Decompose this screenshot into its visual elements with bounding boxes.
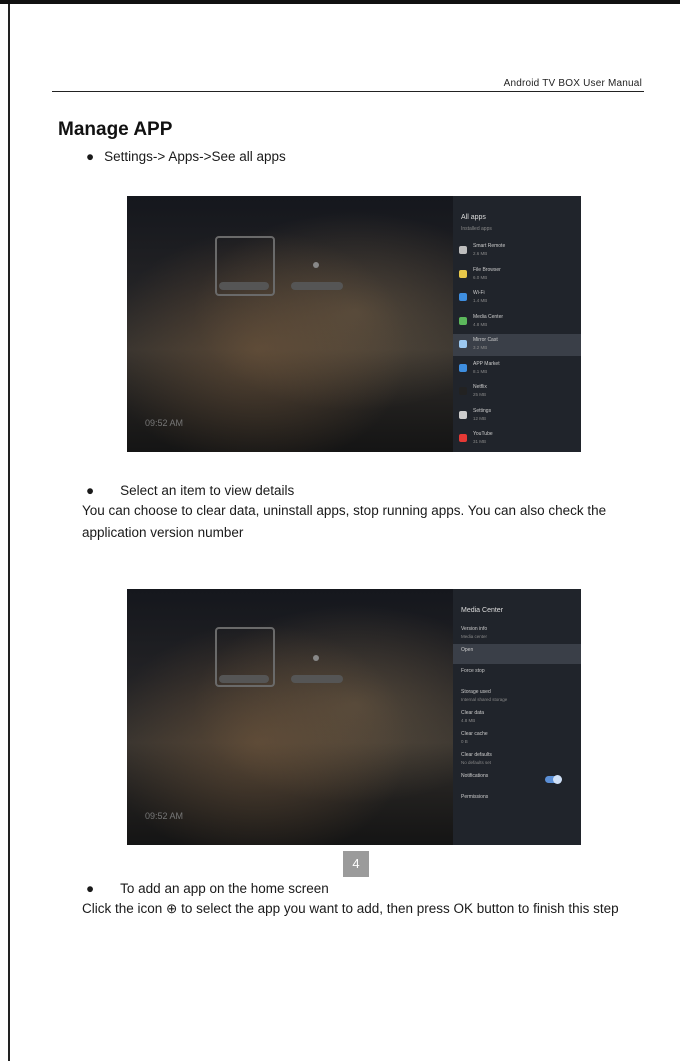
app-name: Smart Remote bbox=[473, 243, 506, 249]
app-list-item: Settings 12 MB bbox=[453, 405, 581, 427]
app-name: Settings bbox=[473, 407, 492, 414]
notifications-toggle bbox=[545, 775, 562, 784]
detail-subtext: Internal shared storage bbox=[461, 697, 508, 702]
home-label-bar bbox=[291, 675, 343, 683]
app-list-item: File Browser 6.0 MB bbox=[453, 264, 581, 286]
left-border bbox=[8, 4, 10, 1061]
home-label-bar bbox=[219, 675, 269, 683]
background-wallpaper bbox=[127, 589, 453, 845]
detail-list-item: Force stop bbox=[453, 665, 581, 685]
app-icon bbox=[459, 293, 467, 301]
app-name: Media Center bbox=[473, 313, 504, 320]
detail-list-item: Storage used Internal shared storage bbox=[453, 686, 581, 706]
app-icon bbox=[459, 340, 467, 348]
detail-name: Version info bbox=[461, 626, 488, 632]
detail-subtext: Media center bbox=[461, 634, 488, 639]
app-icon bbox=[459, 316, 467, 325]
home-label-bar bbox=[291, 282, 343, 290]
detail-name: Open bbox=[461, 647, 474, 653]
app-size: 6.0 MB bbox=[473, 274, 488, 280]
app-name: File Browser bbox=[473, 266, 501, 273]
app-name: APP Market bbox=[473, 360, 500, 367]
detail-name: Clear cache bbox=[461, 731, 488, 737]
app-list-item: Media Center 4.8 MB bbox=[453, 311, 581, 333]
detail-subtext: No defaults set bbox=[461, 760, 492, 765]
detail-name: Force stop bbox=[461, 668, 485, 674]
detail-list-item: Clear cache 0 B bbox=[453, 728, 581, 748]
step1-text: Settings-> Apps->See all apps bbox=[104, 149, 286, 164]
detail-list-item: Notifications bbox=[453, 770, 581, 790]
bullet-icon: ● bbox=[86, 881, 95, 896]
app-name: Wi-Fi bbox=[473, 290, 485, 296]
app-list-item: Smart Remote 2.6 MB bbox=[453, 240, 581, 262]
app-size: 8.1 MB bbox=[473, 368, 488, 374]
detail-name: Permissions bbox=[461, 794, 489, 800]
top-border bbox=[0, 0, 680, 4]
app-icon bbox=[459, 363, 467, 372]
app-size: 4.8 MB bbox=[473, 321, 488, 327]
app-list-item: Mirror Cast 3.2 MB bbox=[453, 334, 581, 356]
app-icon bbox=[459, 434, 467, 442]
step2-bullet-line: ● Select an item to view details bbox=[86, 483, 294, 498]
bullet-icon: ● bbox=[86, 483, 95, 498]
app-size: 3.2 MB bbox=[473, 345, 488, 350]
home-label-bar bbox=[219, 282, 269, 290]
screenshot-all-apps: 09:52 AM All apps Installed apps Smart R… bbox=[127, 196, 581, 452]
app-name: Mirror Cast bbox=[473, 337, 498, 343]
bullet-icon: ● bbox=[86, 149, 95, 164]
app-size: 2.6 MB bbox=[473, 251, 488, 256]
app-list-item: Wi-Fi 1.4 MB bbox=[453, 287, 581, 309]
panel-subtitle: Installed apps bbox=[461, 226, 492, 232]
app-details-panel: Media Center Version info Media center Ope… bbox=[453, 589, 581, 845]
app-size: 31 MB bbox=[473, 439, 487, 444]
background-wallpaper bbox=[127, 196, 453, 452]
step2-text: Select an item to view details bbox=[120, 483, 295, 498]
detail-name: Clear data bbox=[461, 710, 485, 716]
header-divider bbox=[52, 91, 644, 92]
step3-bullet-line: ● To add an app on the home screen bbox=[86, 881, 329, 896]
app-list-item: YouTube 31 MB bbox=[453, 428, 581, 450]
detail-list-item: Clear defaults No defaults set bbox=[453, 749, 581, 769]
clock-text: 09:52 AM bbox=[145, 811, 184, 821]
app-list-item: Netflix 25 MB bbox=[453, 381, 581, 403]
detail-name: Notifications bbox=[461, 773, 489, 779]
step2-paragraph: You can choose to clear data, uninstall … bbox=[82, 503, 607, 540]
detail-list-item: Open bbox=[453, 644, 581, 664]
app-icon bbox=[459, 387, 467, 395]
detail-name: Clear defaults bbox=[461, 752, 492, 758]
detail-list-item: Permissions bbox=[453, 791, 581, 811]
step3-paragraph: Click the icon ⊕ to select the app you w… bbox=[82, 901, 619, 916]
app-icon bbox=[459, 246, 467, 254]
app-name: YouTube bbox=[473, 431, 493, 437]
screenshot-app-details: 09:52 AM Media Center Version info Media … bbox=[127, 589, 581, 845]
manual-header-title: Android TV BOX User Manual bbox=[503, 78, 642, 89]
detail-name: Storage used bbox=[461, 689, 491, 695]
step1-bullet-line: ● Settings-> Apps->See all apps bbox=[86, 149, 286, 164]
detail-list-item: Version info Media center bbox=[453, 623, 581, 643]
app-name: Netflix bbox=[473, 384, 487, 390]
panel-title: All apps bbox=[461, 214, 486, 221]
all-apps-panel: All apps Installed apps Smart Remote 2.6 … bbox=[453, 196, 581, 452]
app-size: 12 MB bbox=[473, 415, 487, 421]
detail-subtext: 4.8 MB bbox=[461, 718, 476, 723]
clock-text: 09:52 AM bbox=[145, 418, 184, 428]
section-title: Manage APP bbox=[58, 119, 173, 140]
panel-title: Media Center bbox=[461, 607, 504, 614]
detail-list-item: Clear data 4.8 MB bbox=[453, 707, 581, 727]
add-app-icon bbox=[313, 262, 319, 268]
page-number: 4 bbox=[343, 851, 369, 877]
app-icon bbox=[459, 269, 467, 278]
app-list-item: APP Market 8.1 MB bbox=[453, 358, 581, 380]
add-app-icon bbox=[313, 655, 319, 661]
step3-text: To add an app on the home screen bbox=[120, 881, 329, 896]
app-size: 1.4 MB bbox=[473, 298, 488, 303]
detail-subtext: 0 B bbox=[461, 739, 468, 744]
app-icon bbox=[459, 410, 467, 419]
app-size: 25 MB bbox=[473, 392, 487, 397]
